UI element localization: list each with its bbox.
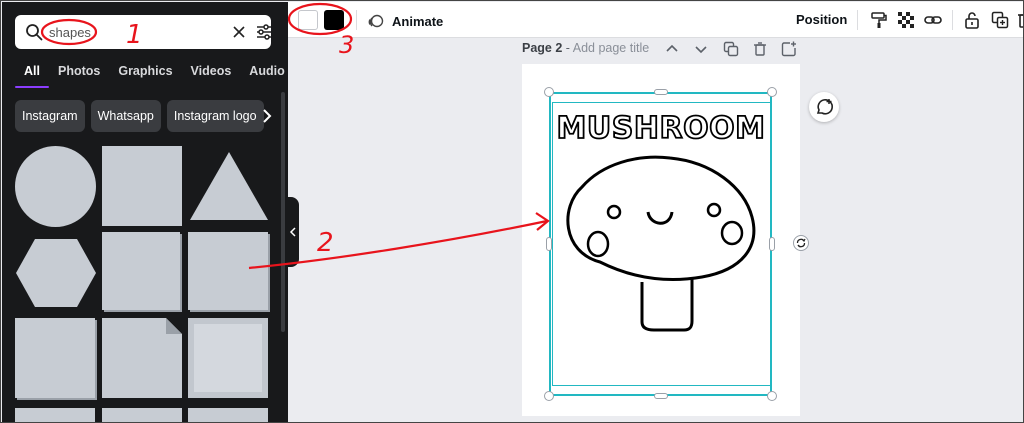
shape-square-shadow-3[interactable]	[15, 318, 95, 398]
link-icon[interactable]	[924, 11, 942, 29]
toolbar-divider	[857, 10, 858, 30]
elements-panel: All Photos Graphics Videos Audio Instagr…	[2, 2, 288, 422]
resize-handle-top[interactable]	[654, 89, 668, 95]
page-number-label: Page 2	[522, 41, 563, 55]
chip-whatsapp[interactable]: Whatsapp	[90, 100, 161, 132]
category-tabs: All Photos Graphics Videos Audio	[15, 62, 288, 88]
resize-handle-right[interactable]	[769, 237, 775, 251]
shape-square-shadow-2[interactable]	[188, 232, 268, 310]
duplicate-icon[interactable]	[991, 11, 1009, 29]
shape-partial-3[interactable]	[188, 408, 268, 422]
resize-handle-bottom[interactable]	[654, 393, 668, 399]
shape-hexagon[interactable]	[15, 237, 97, 309]
chevron-right-icon[interactable]	[259, 106, 275, 126]
search-box[interactable]	[15, 15, 271, 49]
add-comment-button[interactable]	[809, 92, 839, 122]
chip-instagram-logo[interactable]: Instagram logo	[166, 100, 264, 132]
shape-partial-2[interactable]	[102, 408, 182, 422]
chevron-down-icon[interactable]	[693, 41, 709, 57]
shape-partial-1[interactable]	[15, 408, 95, 422]
search-input[interactable]	[49, 22, 209, 42]
position-button[interactable]: Position	[796, 12, 847, 27]
paint-roller-icon[interactable]	[870, 11, 888, 29]
delete-page-icon[interactable]	[752, 41, 768, 57]
resize-handle-top-right[interactable]	[767, 87, 777, 97]
toolbar-divider	[356, 10, 357, 30]
filter-icon[interactable]	[255, 23, 273, 41]
tab-graphics[interactable]: Graphics	[109, 62, 181, 88]
resize-handle-left[interactable]	[546, 237, 552, 251]
collapse-panel-handle[interactable]	[287, 197, 299, 267]
tab-audio[interactable]: Audio	[240, 62, 288, 88]
suggestion-chips: Instagram Whatsapp Instagram logo	[15, 100, 264, 132]
color-swatch-white[interactable]	[298, 10, 318, 30]
editor-toolbar: Animate Position	[288, 2, 1024, 38]
panel-scrollbar[interactable]	[281, 92, 285, 332]
animate-button[interactable]: Animate	[368, 11, 443, 31]
resize-handle-bottom-right[interactable]	[767, 391, 777, 401]
close-icon[interactable]	[230, 23, 248, 41]
lock-icon[interactable]	[963, 11, 981, 29]
add-page-icon[interactable]	[781, 41, 797, 57]
shape-square-shadow[interactable]	[102, 232, 180, 310]
rotate-icon[interactable]	[793, 235, 809, 251]
page-header: Page 2 - Add page title	[522, 41, 649, 57]
comment-add-icon	[816, 99, 833, 115]
tab-all[interactable]: All	[15, 62, 49, 88]
shape-folded-corner[interactable]	[102, 318, 184, 400]
search-icon	[26, 24, 43, 41]
app-window: All Photos Graphics Videos Audio Instagr…	[0, 0, 1024, 423]
annotation-step-2: 2	[317, 228, 334, 258]
tab-photos[interactable]: Photos	[49, 62, 109, 88]
animate-icon	[368, 14, 384, 28]
resize-handle-top-left[interactable]	[544, 87, 554, 97]
chevron-up-icon[interactable]	[664, 41, 680, 57]
shape-framed-square[interactable]	[188, 318, 268, 398]
selection-inner-outline	[552, 102, 771, 386]
page-title-input[interactable]: Add page title	[573, 41, 649, 55]
color-swatch-black[interactable]	[324, 10, 344, 30]
chevron-left-icon	[289, 227, 296, 237]
transparency-icon[interactable]	[897, 11, 915, 29]
toolbar-divider	[952, 10, 953, 30]
resize-handle-bottom-left[interactable]	[544, 391, 554, 401]
page-label-separator: -	[562, 41, 573, 55]
animate-label: Animate	[392, 13, 444, 29]
duplicate-page-icon[interactable]	[723, 41, 739, 57]
trash-icon[interactable]	[1016, 11, 1024, 29]
chip-instagram[interactable]: Instagram	[15, 100, 85, 132]
shape-square[interactable]	[102, 146, 182, 226]
tab-videos[interactable]: Videos	[182, 62, 241, 88]
shape-circle[interactable]	[15, 146, 96, 227]
shape-triangle[interactable]	[188, 150, 270, 222]
